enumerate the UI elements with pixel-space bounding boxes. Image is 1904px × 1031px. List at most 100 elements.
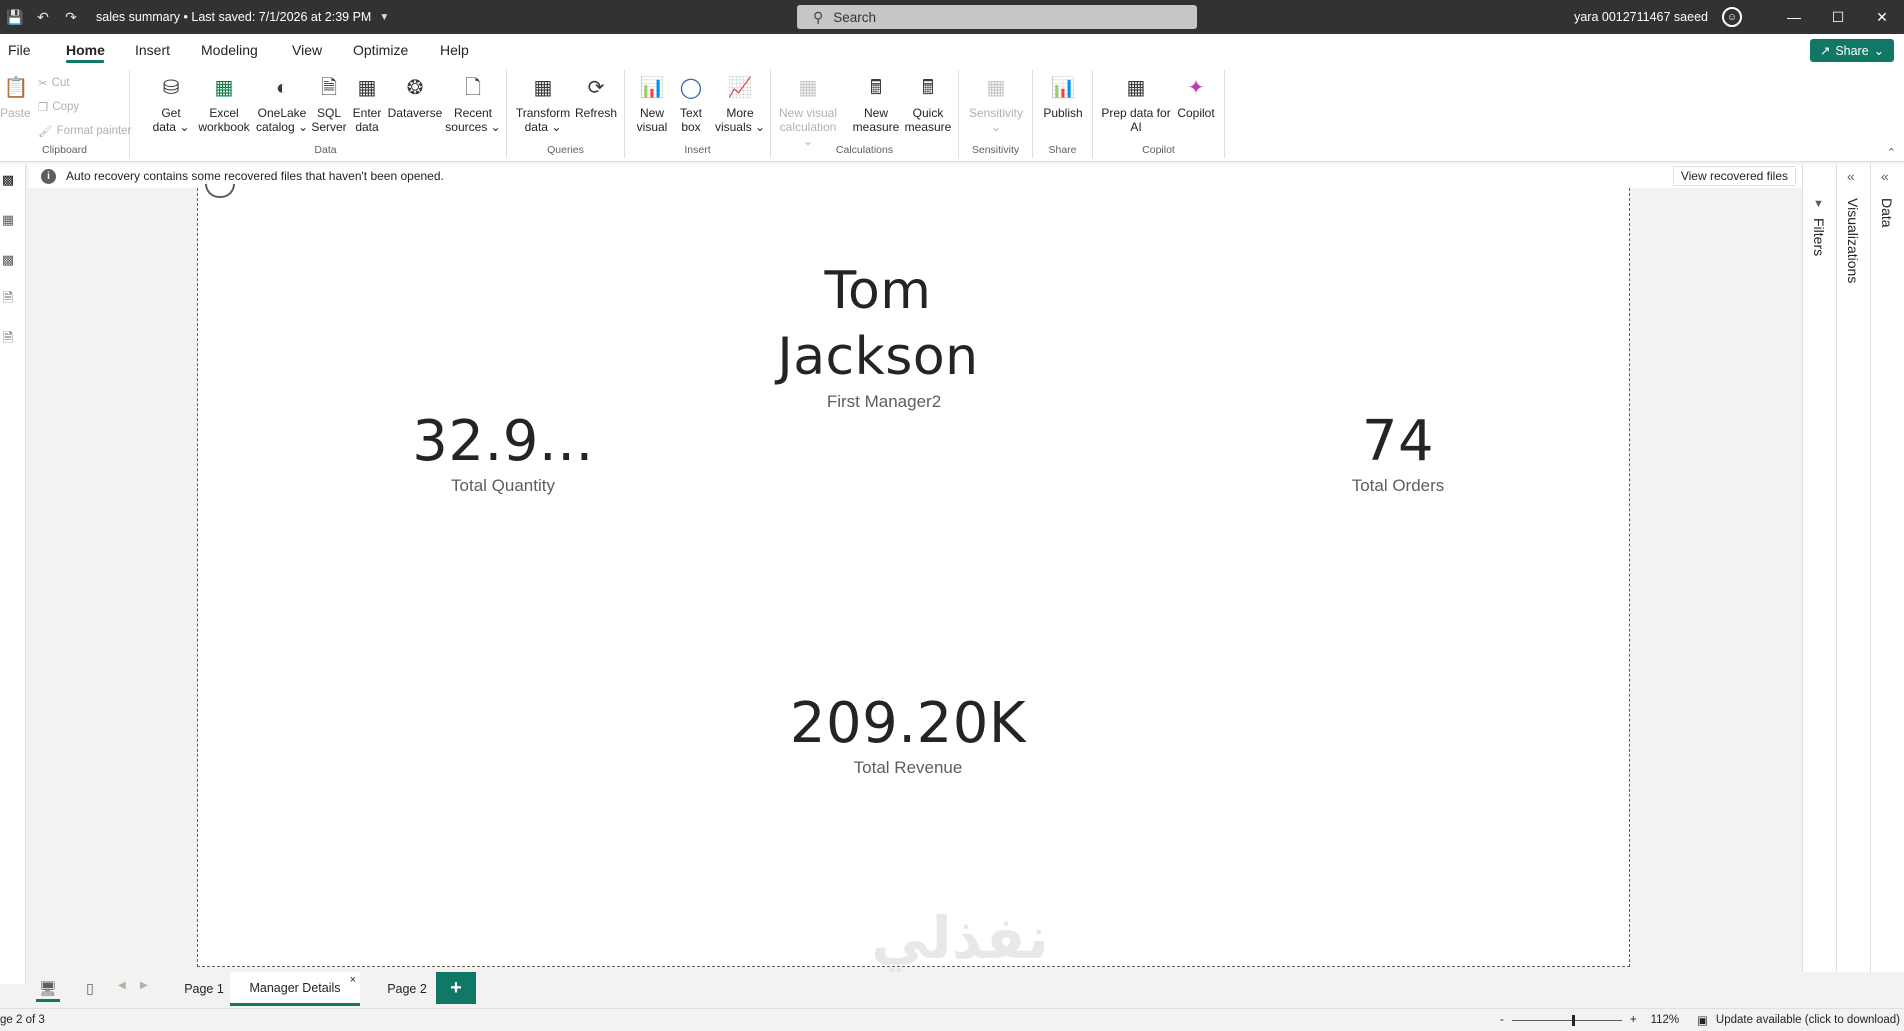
add-page-button[interactable]: +: [436, 972, 476, 1004]
copilot-icon: ✦: [1187, 77, 1205, 99]
save-icon[interactable]: 💾: [2, 0, 28, 34]
transform-data-button[interactable]: ▦ Transform data ⌄: [513, 72, 573, 134]
clipboard-icon: 📋: [3, 77, 29, 99]
user-avatar-icon[interactable]: ☺: [1722, 7, 1742, 27]
chevron-double-left-icon[interactable]: «: [1881, 168, 1889, 184]
cut-button[interactable]: ✂ Cut: [38, 76, 70, 90]
card-manager[interactable]: Tom Jackson First Manager2: [728, 258, 1028, 412]
prep-data-for-ai-button[interactable]: ▦ Prep data for AI: [1101, 72, 1171, 134]
paste-button[interactable]: 📋 Paste: [0, 72, 31, 120]
chevron-double-left-icon[interactable]: «: [1847, 168, 1855, 184]
refresh-button[interactable]: ⟳ Refresh: [573, 72, 619, 120]
undo-icon[interactable]: ↶: [30, 0, 56, 34]
dataverse-button[interactable]: ❂ Dataverse: [385, 72, 445, 120]
report-view-icon[interactable]: ▩: [0, 172, 16, 188]
orders-value: 74: [1361, 409, 1435, 474]
publish-button[interactable]: 📊 Publish: [1039, 72, 1087, 120]
get-data-button[interactable]: ⛁ Get data ⌄: [151, 72, 191, 134]
desktop-layout-icon[interactable]: 🖥: [30, 972, 66, 1004]
excel-workbook-button[interactable]: ▦ Excel workbook: [197, 72, 251, 134]
sensitivity-button[interactable]: ▦ Sensitivity ⌄: [963, 72, 1029, 134]
zoom-slider-thumb[interactable]: [1571, 1014, 1575, 1026]
tab-manager-details[interactable]: Manager Details ×: [230, 972, 360, 1006]
info-icon: i: [41, 168, 56, 184]
new-visual-calculation-button[interactable]: ▦ New visual calculation ⌄: [773, 72, 843, 148]
tmdl-view-icon[interactable]: 🗎: [0, 330, 16, 348]
zoom-control[interactable]: - + 112% ▣: [1500, 1013, 1708, 1027]
table-view-icon[interactable]: ▦: [0, 212, 16, 228]
report-page[interactable]: Tom Jackson First Manager2 32.9... Total…: [197, 188, 1630, 967]
user-name[interactable]: yara 0012711467 saeed: [1574, 10, 1708, 24]
quick-measure-button[interactable]: 🖩 Quick measure: [901, 72, 955, 134]
excel-icon: ▦: [214, 77, 234, 99]
onelake-label-1: OneLake: [257, 106, 307, 120]
close-button[interactable]: ✕: [1860, 0, 1904, 34]
copy-icon: ❐: [38, 102, 49, 114]
format-painter-button[interactable]: 🖌 Format painter: [38, 124, 131, 138]
recent-sources-button[interactable]: 🗋 Recent sources ⌄: [445, 72, 501, 134]
title-bar: 💾 ↶ ↷ sales summary • Last saved: 7/1/20…: [0, 0, 1904, 34]
menu-modeling[interactable]: Modeling: [201, 42, 258, 58]
fit-to-page-icon[interactable]: ▣: [1697, 1013, 1708, 1027]
visualizations-label[interactable]: Visualizations: [1845, 198, 1861, 283]
new-measure-button[interactable]: 🖩 New measure: [851, 72, 901, 134]
minimize-button[interactable]: —: [1772, 0, 1816, 34]
dax-query-view-icon[interactable]: 🗎: [0, 290, 16, 308]
visualizations-pane[interactable]: « Visualizations: [1836, 164, 1870, 972]
text-box-button[interactable]: ◯ Text box: [673, 72, 709, 134]
search-icon: ⚲: [813, 8, 824, 25]
enter-data-button[interactable]: ▦ Enter data: [349, 72, 385, 134]
transform-label-2: data ⌄: [524, 120, 562, 134]
close-icon[interactable]: ×: [350, 974, 356, 986]
get-data-label-2: data ⌄: [152, 120, 190, 134]
group-label-sensitivity: Sensitivity: [971, 144, 1020, 156]
share-button[interactable]: ↗ Share ⌄: [1810, 39, 1894, 62]
filters-pane[interactable]: ▼ Filters: [1802, 164, 1836, 972]
text-box-label-2: box: [681, 120, 701, 134]
format-painter-label: Format painter: [56, 125, 132, 137]
menu-view[interactable]: View: [292, 42, 322, 58]
data-pane[interactable]: « Data: [1870, 164, 1904, 972]
card-total-orders[interactable]: 74 Total Orders: [1308, 410, 1488, 496]
filters-label[interactable]: Filters: [1811, 218, 1827, 256]
orders-caption: Total Orders: [1351, 476, 1445, 495]
maximize-button[interactable]: ☐: [1816, 0, 1860, 34]
mobile-layout-icon[interactable]: ▯: [72, 972, 108, 1004]
copilot-label: Copilot: [1177, 106, 1215, 120]
revenue-value: 209.20K: [789, 691, 1027, 756]
enter-data-label-2: data: [355, 120, 379, 134]
onelake-catalog-button[interactable]: ◐ OneLake catalog ⌄: [253, 72, 311, 134]
menu-file[interactable]: File: [8, 42, 31, 58]
zoom-slider[interactable]: [1511, 1014, 1622, 1026]
more-visuals-button[interactable]: 📈 More visuals ⌄: [713, 72, 767, 134]
new-visual-label-1: New: [639, 106, 664, 120]
copy-button[interactable]: ❐ Copy: [38, 100, 79, 114]
menu-help[interactable]: Help: [440, 42, 469, 58]
view-recovered-files-button[interactable]: View recovered files: [1672, 166, 1796, 186]
data-label[interactable]: Data: [1879, 198, 1895, 228]
card-total-quantity[interactable]: 32.9... Total Quantity: [378, 410, 628, 496]
chevron-left-icon[interactable]: ◀: [118, 980, 126, 991]
new-visual-button[interactable]: 📊 New visual: [633, 72, 671, 134]
menu-home[interactable]: Home: [66, 42, 105, 58]
active-menu-indicator: [66, 60, 104, 63]
revenue-caption: Total Revenue: [853, 758, 963, 777]
model-view-icon[interactable]: ▩: [0, 252, 16, 268]
visual-calculation-icon: ▦: [798, 77, 818, 99]
collapse-ribbon-icon[interactable]: ⌃: [1887, 146, 1896, 159]
sql-label-1: SQL: [316, 106, 341, 120]
menu-optimize[interactable]: Optimize: [353, 42, 408, 58]
search-input[interactable]: ⚲ Search: [797, 5, 1197, 29]
menu-insert[interactable]: Insert: [135, 42, 170, 58]
chevron-right-icon[interactable]: ▶: [140, 980, 148, 991]
card-total-revenue[interactable]: 209.20K Total Revenue: [758, 692, 1058, 778]
chevron-down-icon[interactable]: ▼: [379, 12, 389, 23]
quantity-caption: Total Quantity: [451, 476, 555, 495]
zoom-in-button[interactable]: +: [1630, 1014, 1637, 1026]
sql-server-button[interactable]: 🗎 SQL Server: [311, 72, 347, 134]
copilot-button[interactable]: ✦ Copilot: [1173, 72, 1219, 120]
new-visual-label-2: visual: [636, 120, 668, 134]
update-available-link[interactable]: Update available (click to download): [1716, 1014, 1900, 1026]
redo-icon[interactable]: ↷: [58, 0, 84, 34]
zoom-out-button[interactable]: -: [1500, 1014, 1504, 1026]
